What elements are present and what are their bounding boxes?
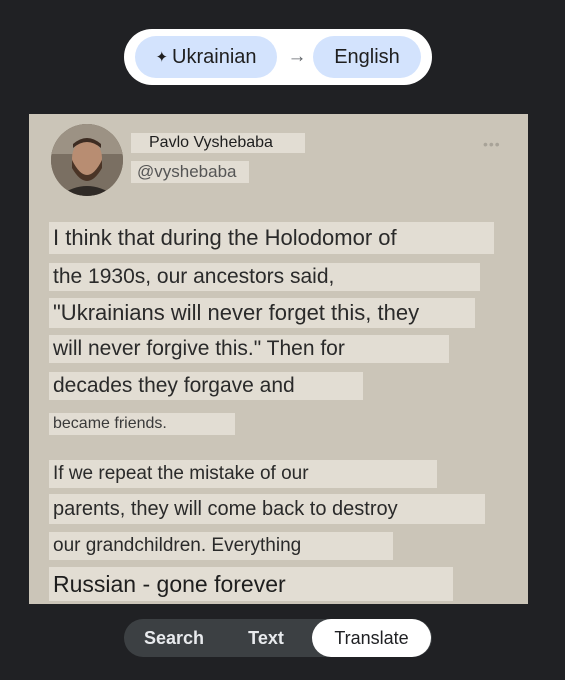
mode-selector: Search Text Translate [124, 619, 432, 657]
translated-line: decades they forgave and [49, 372, 363, 400]
translated-image: Pavlo Vyshebaba @vyshebaba ••• I think t… [29, 114, 528, 604]
arrow-right-icon: → [287, 46, 307, 67]
mode-search-button[interactable]: Search [128, 619, 220, 657]
source-language-label: Ukrainian [172, 46, 257, 68]
translated-line: will never forgive this." Then for [49, 335, 449, 363]
translated-line: our grandchildren. Everything [49, 532, 393, 560]
mode-translate-button[interactable]: Translate [312, 619, 431, 657]
translated-line: parents, they will come back to destroy [49, 494, 485, 524]
source-language-button[interactable]: ✦ Ukrainian [135, 36, 277, 78]
author-name: Pavlo Vyshebaba [131, 133, 305, 153]
sparkle-icon: ✦ [155, 49, 169, 66]
translated-line: If we repeat the mistake of our [49, 460, 437, 488]
translated-line: became friends. [49, 413, 235, 435]
translated-line: the 1930s, our ancestors said, [49, 263, 480, 291]
avatar [51, 124, 123, 196]
mode-text-button[interactable]: Text [228, 619, 304, 657]
author-handle: @vyshebaba [131, 161, 249, 183]
translated-line: "Ukrainians will never forget this, they [49, 298, 475, 328]
language-selector: ✦ Ukrainian → English [124, 29, 432, 85]
translated-line: I think that during the Holodomor of [49, 222, 494, 254]
target-language-button[interactable]: English [313, 36, 421, 78]
more-dots-icon: ••• [483, 136, 501, 152]
translated-line: Russian - gone forever [49, 567, 453, 601]
target-language-label: English [334, 46, 400, 68]
